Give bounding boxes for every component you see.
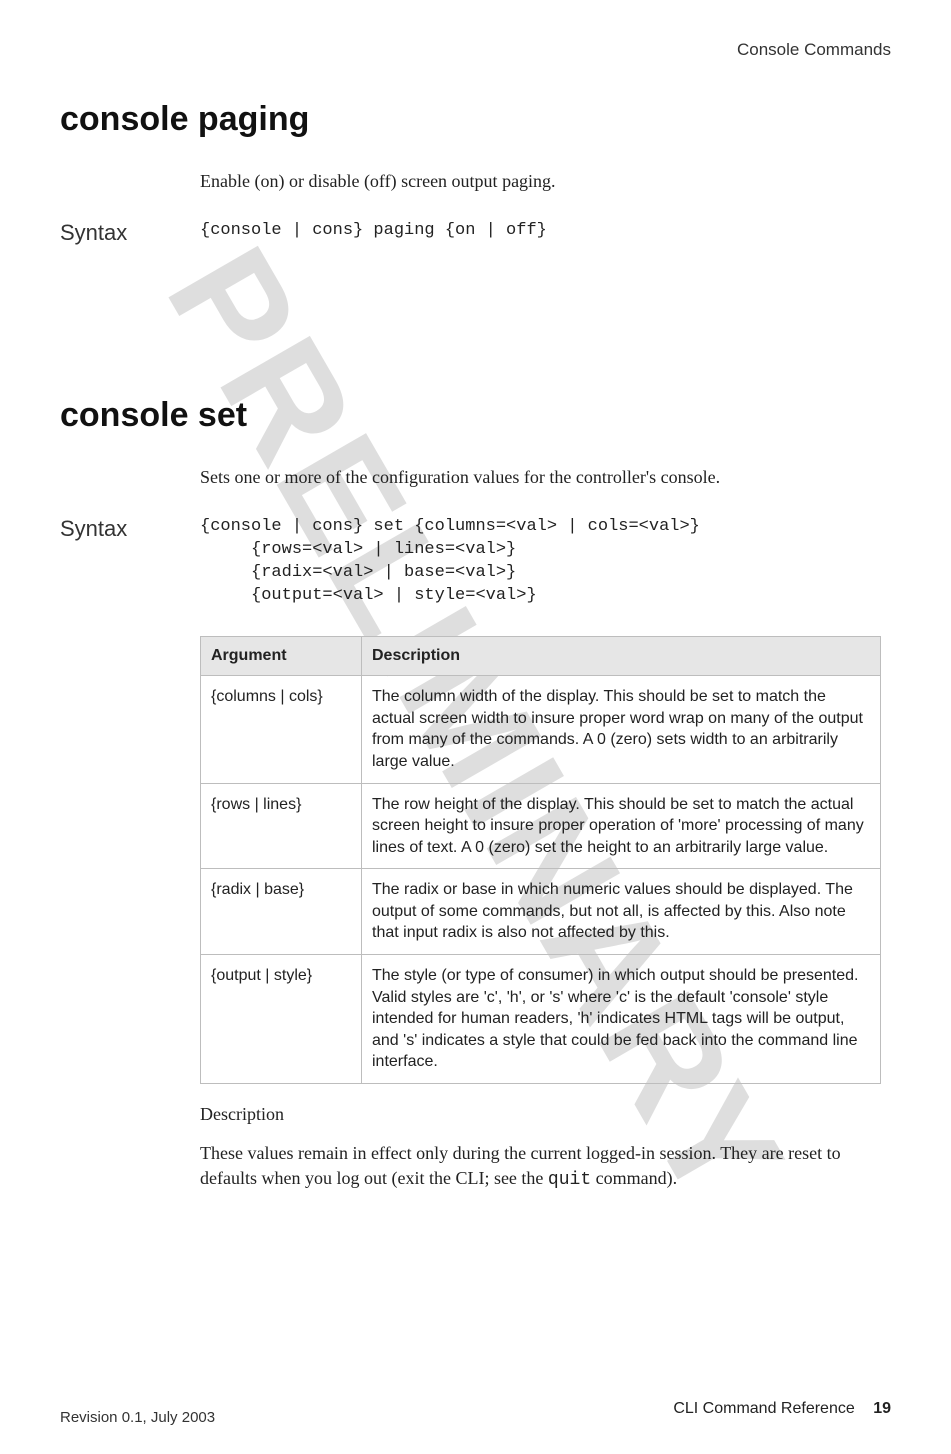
- table-row: {columns | cols} The column width of the…: [201, 676, 881, 783]
- arg-name: {radix | base}: [201, 869, 362, 955]
- command-intro-set: Sets one or more of the configuration va…: [200, 465, 881, 490]
- desc-body-mono: quit: [548, 1170, 591, 1190]
- arg-name: {output | style}: [201, 955, 362, 1084]
- table-row: {rows | lines} The row height of the dis…: [201, 783, 881, 869]
- arg-desc: The radix or base in which numeric value…: [362, 869, 881, 955]
- command-intro-paging: Enable (on) or disable (off) screen outp…: [200, 169, 881, 194]
- arg-desc: The style (or type of consumer) in which…: [362, 955, 881, 1084]
- command-title-set: console set: [60, 396, 891, 435]
- desc-body-pre: These values remain in effect only durin…: [200, 1143, 841, 1188]
- running-header: Console Commands: [60, 40, 891, 60]
- arg-desc: The row height of the display. This shou…: [362, 783, 881, 869]
- syntax-label: Syntax: [60, 220, 200, 246]
- arg-name: {columns | cols}: [201, 676, 362, 783]
- footer-revision: Revision 0.1, July 2003: [60, 1409, 215, 1426]
- syntax-code-paging: {console | cons} paging {on | off}: [200, 220, 547, 243]
- syntax-code-set: {console | cons} set {columns=<val> | co…: [200, 516, 700, 608]
- footer-page-number: 19: [873, 1400, 891, 1417]
- table-header-argument: Argument: [201, 637, 362, 676]
- description-heading: Description: [200, 1102, 881, 1127]
- desc-body-post: command).: [591, 1168, 677, 1188]
- description-body: These values remain in effect only durin…: [200, 1141, 881, 1193]
- arg-desc: The column width of the display. This sh…: [362, 676, 881, 783]
- arg-name: {rows | lines}: [201, 783, 362, 869]
- table-row: {output | style} The style (or type of c…: [201, 955, 881, 1084]
- table-header-description: Description: [362, 637, 881, 676]
- syntax-label: Syntax: [60, 516, 200, 542]
- command-title-paging: console paging: [60, 100, 891, 139]
- arguments-table: Argument Description {columns | cols} Th…: [200, 636, 881, 1084]
- footer-doc-title: CLI Command Reference: [673, 1400, 854, 1417]
- table-row: {radix | base} The radix or base in whic…: [201, 869, 881, 955]
